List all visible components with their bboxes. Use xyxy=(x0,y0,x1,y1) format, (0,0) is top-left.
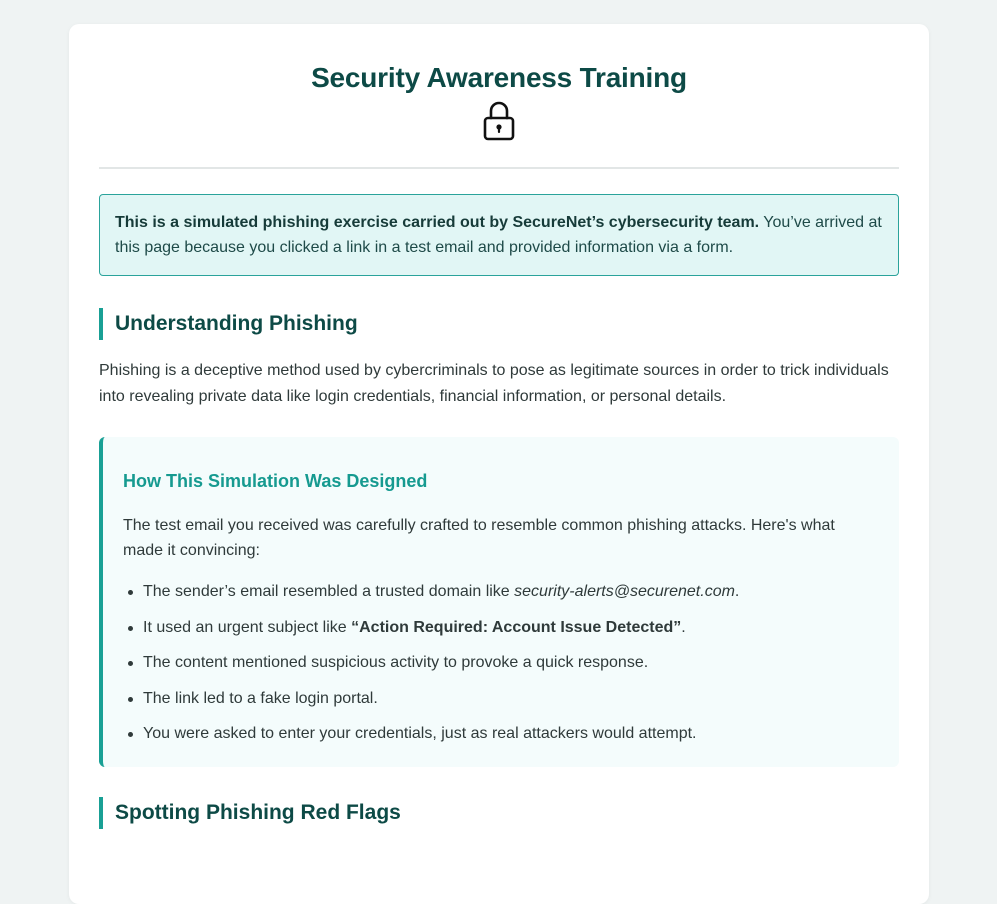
notice-bold-text: This is a simulated phishing exercise ca… xyxy=(115,214,760,231)
list-item: It used an urgent subject like “Action R… xyxy=(128,617,879,639)
list-item: The content mentioned suspicious activit… xyxy=(128,652,879,674)
list-item: You were asked to enter your credentials… xyxy=(128,723,879,745)
simulation-design-box: How This Simulation Was Designed The tes… xyxy=(99,437,899,767)
list-item: The sender’s email resembled a trusted d… xyxy=(128,581,879,603)
simulation-notice: This is a simulated phishing exercise ca… xyxy=(99,194,899,276)
list-item-punctuation: . xyxy=(681,618,686,636)
simulation-design-list: The sender’s email resembled a trusted d… xyxy=(123,581,879,745)
list-item-text: The sender’s email resembled a trusted d… xyxy=(143,583,515,600)
page-title: Security Awareness Training xyxy=(311,62,687,93)
content-card: Security Awareness Training This is a si… xyxy=(69,24,929,904)
list-item: The link led to a fake login portal. xyxy=(128,688,879,710)
understanding-phishing-body: Phishing is a deceptive method used by c… xyxy=(99,362,889,405)
lock-icon xyxy=(483,101,515,141)
simulation-design-intro: The test email you received was carefull… xyxy=(123,517,835,559)
red-flags-heading: Spotting Phishing Red Flags xyxy=(99,797,899,829)
understanding-phishing-heading: Understanding Phishing xyxy=(99,308,899,340)
subject-line-example: “Action Required: Account Issue Detected… xyxy=(351,618,682,636)
simulation-design-title: How This Simulation Was Designed xyxy=(123,471,428,491)
list-item-text: It used an urgent subject like xyxy=(143,618,352,636)
page-header: Security Awareness Training xyxy=(99,24,899,169)
list-item-punctuation: . xyxy=(734,583,740,600)
sender-email-example: security-alerts@securenet.com xyxy=(514,583,735,600)
